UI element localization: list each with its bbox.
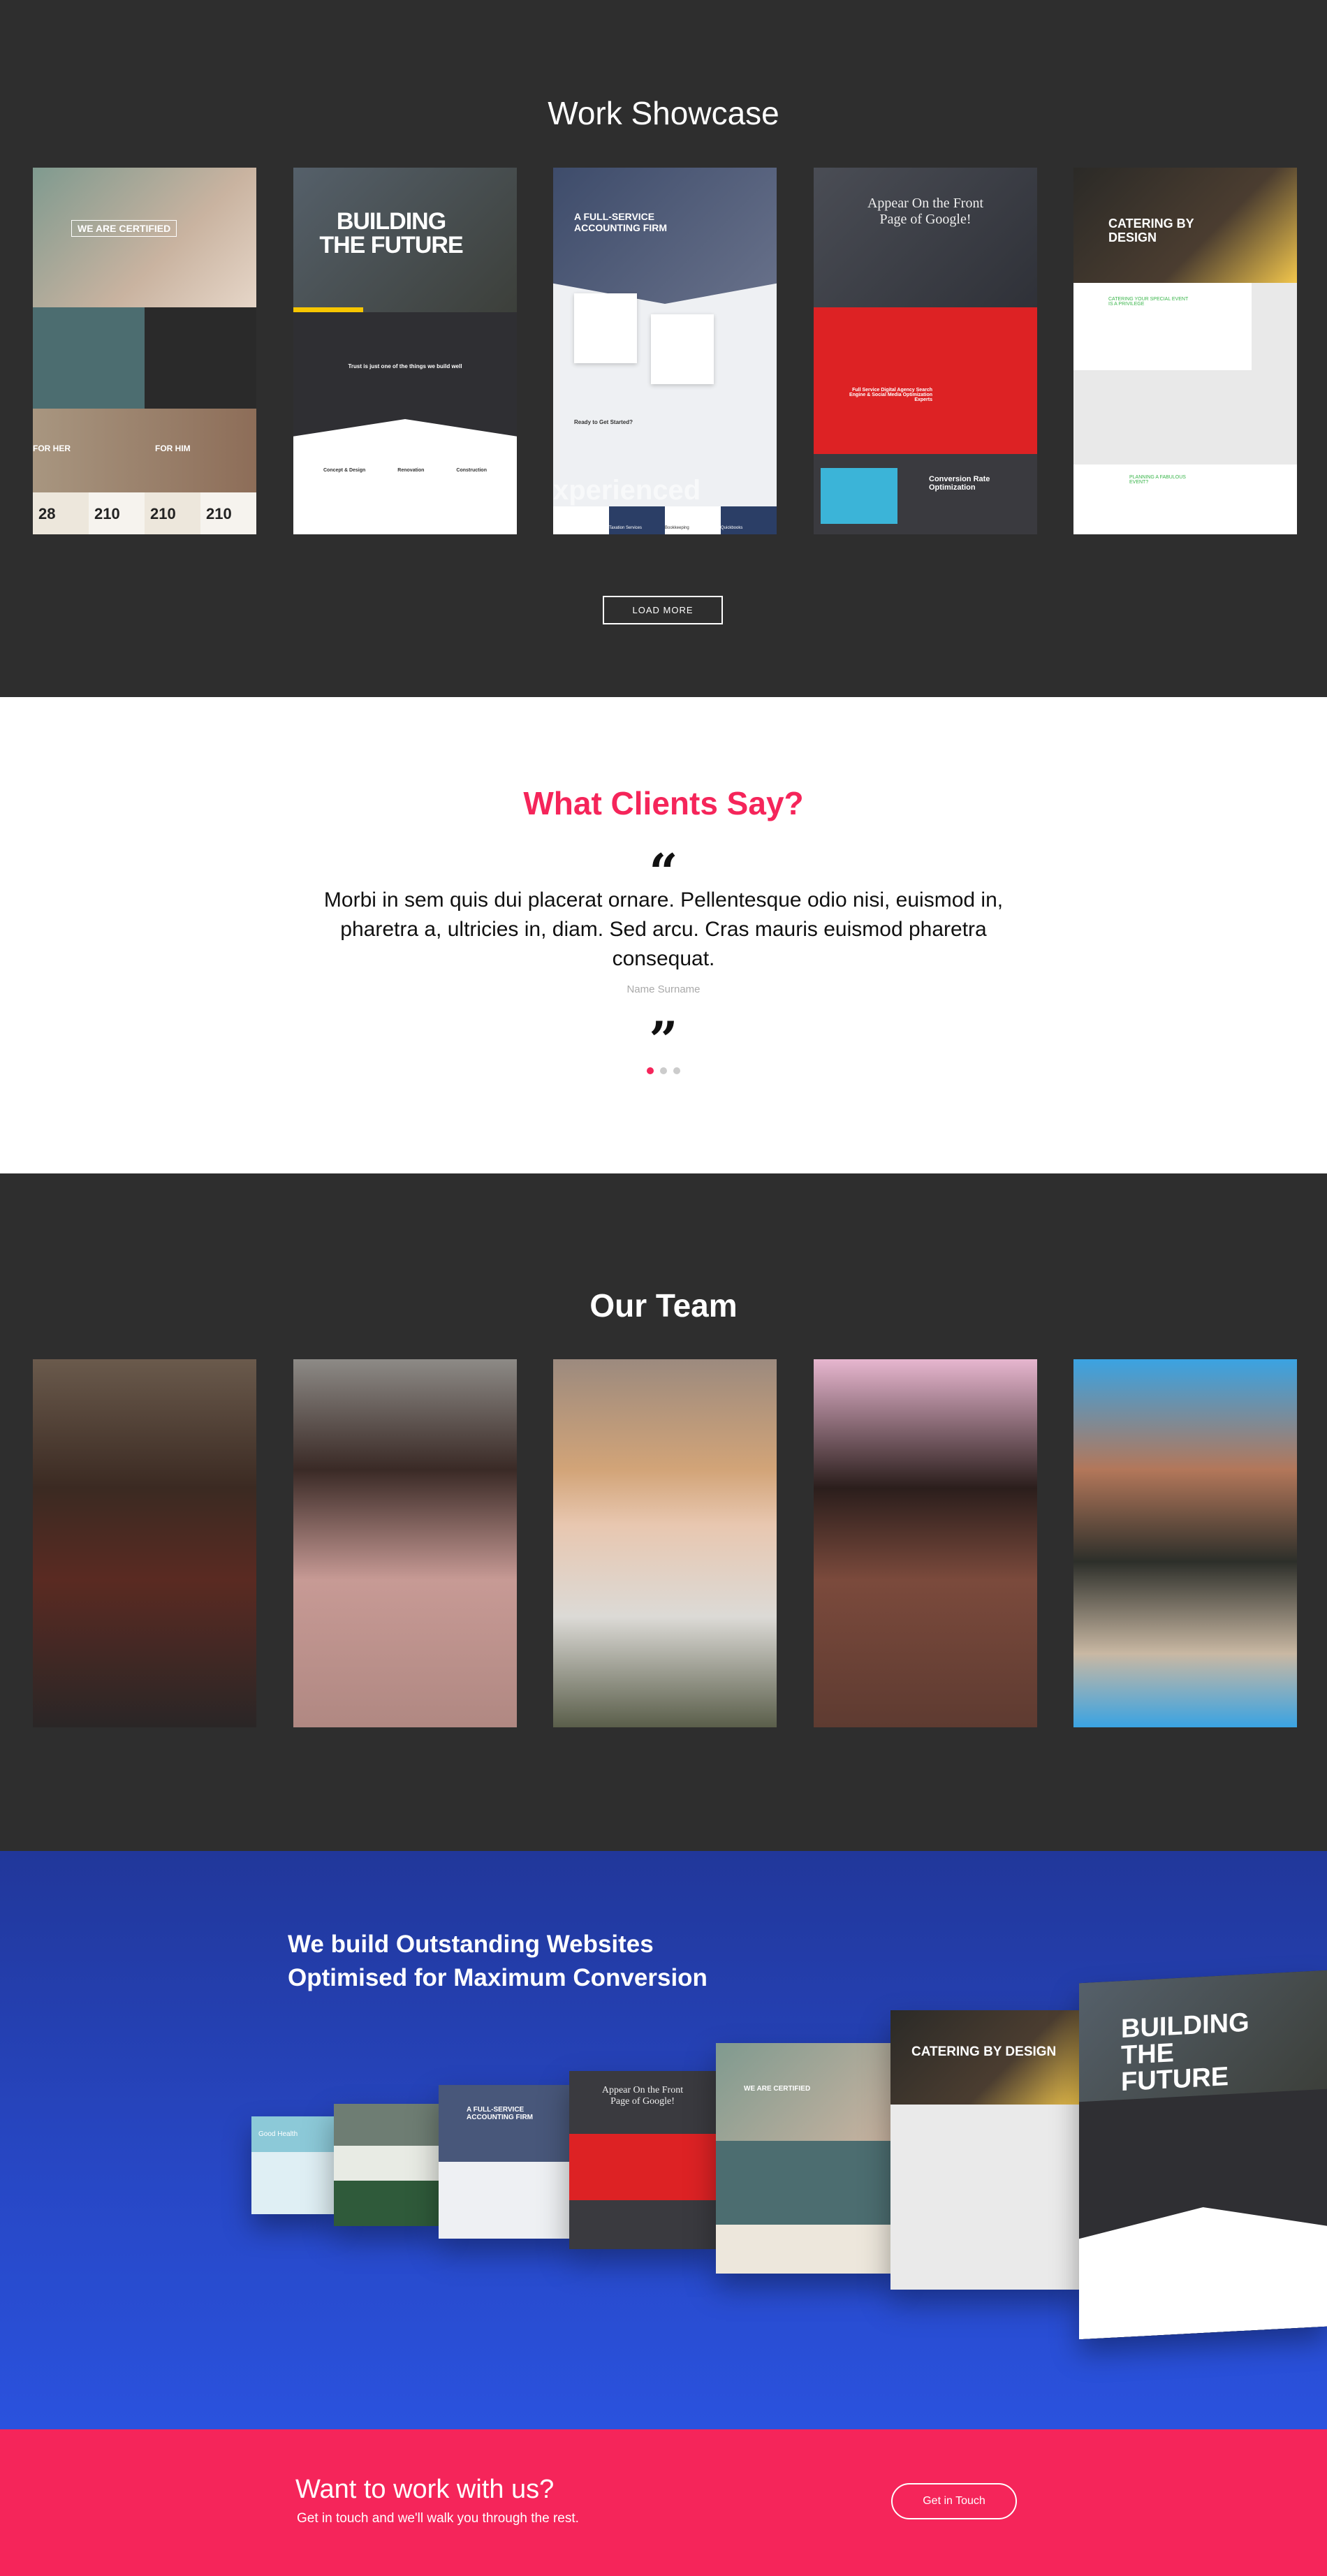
website-mockup: A FULL-SERVICE ACCOUNTING FIRM <box>439 2085 571 2239</box>
team-member-photo[interactable] <box>814 1359 1037 1727</box>
cta-subtitle: Get in touch and we'll walk you through … <box>297 2511 579 2526</box>
website-mockup: Good Health <box>251 2116 335 2214</box>
section-title: Our Team <box>589 1287 738 1324</box>
section-title: What Clients Say? <box>523 785 804 821</box>
showcase-card-seo[interactable]: Appear On the Front Page of Google! Full… <box>814 168 1037 534</box>
testimonials-section: What Clients Say? “ Morbi in sem quis du… <box>0 697 1327 1173</box>
carousel-dot[interactable] <box>660 1067 667 1074</box>
testimonial-author: Name Surname <box>626 983 701 995</box>
website-mockup: CATERING BY DESIGN <box>890 2010 1083 2290</box>
cta-title: Want to work with us? <box>295 2475 555 2504</box>
promo-heading: We build Outstanding Websites Optimised … <box>288 1931 708 1991</box>
website-mockup: Appear On the Front Page of Google! <box>569 2071 716 2249</box>
website-mockup: WE ARE CERTIFIED <box>716 2043 894 2274</box>
section-title: Work Showcase <box>548 95 779 131</box>
promo-section: We build Outstanding Websites Optimised … <box>0 1851 1327 2429</box>
team-member-photo[interactable] <box>293 1359 517 1727</box>
work-showcase-section: Work Showcase WE ARE CERTIFIED FOR HER F… <box>0 0 1327 697</box>
team-member-photo[interactable] <box>33 1359 256 1727</box>
testimonial-quote: Morbi in sem quis dui placerat ornare. P… <box>323 888 1004 970</box>
showcase-card-construction[interactable]: BUILDING THE FUTURE Trust is just one of… <box>293 168 517 534</box>
website-mockup <box>334 2104 439 2226</box>
carousel-dot[interactable] <box>673 1067 680 1074</box>
carousel-dots <box>0 1067 1327 1074</box>
team-section: Our Team <box>0 1173 1327 1851</box>
showcase-card-spa[interactable]: WE ARE CERTIFIED FOR HER FOR HIM 28 210 … <box>33 168 256 534</box>
website-mockup: BUILDING THE FUTURE <box>1079 1970 1327 2340</box>
team-member-photo[interactable] <box>1073 1359 1297 1727</box>
cta-section: Want to work with us? Get in touch and w… <box>0 2429 1327 2576</box>
showcase-card-accounting[interactable]: A FULL-SERVICE ACCOUNTING FIRM Ready to … <box>553 168 777 534</box>
showcase-card-catering[interactable]: CATERING BY DESIGN CATERING YOUR SPECIAL… <box>1073 168 1297 534</box>
close-quote-icon: ” <box>649 1010 678 1069</box>
carousel-dot-active[interactable] <box>647 1067 654 1074</box>
load-more-button[interactable]: LOAD MORE <box>603 596 723 624</box>
get-in-touch-button[interactable]: Get in Touch <box>891 2483 1017 2519</box>
team-member-photo[interactable] <box>553 1359 777 1727</box>
